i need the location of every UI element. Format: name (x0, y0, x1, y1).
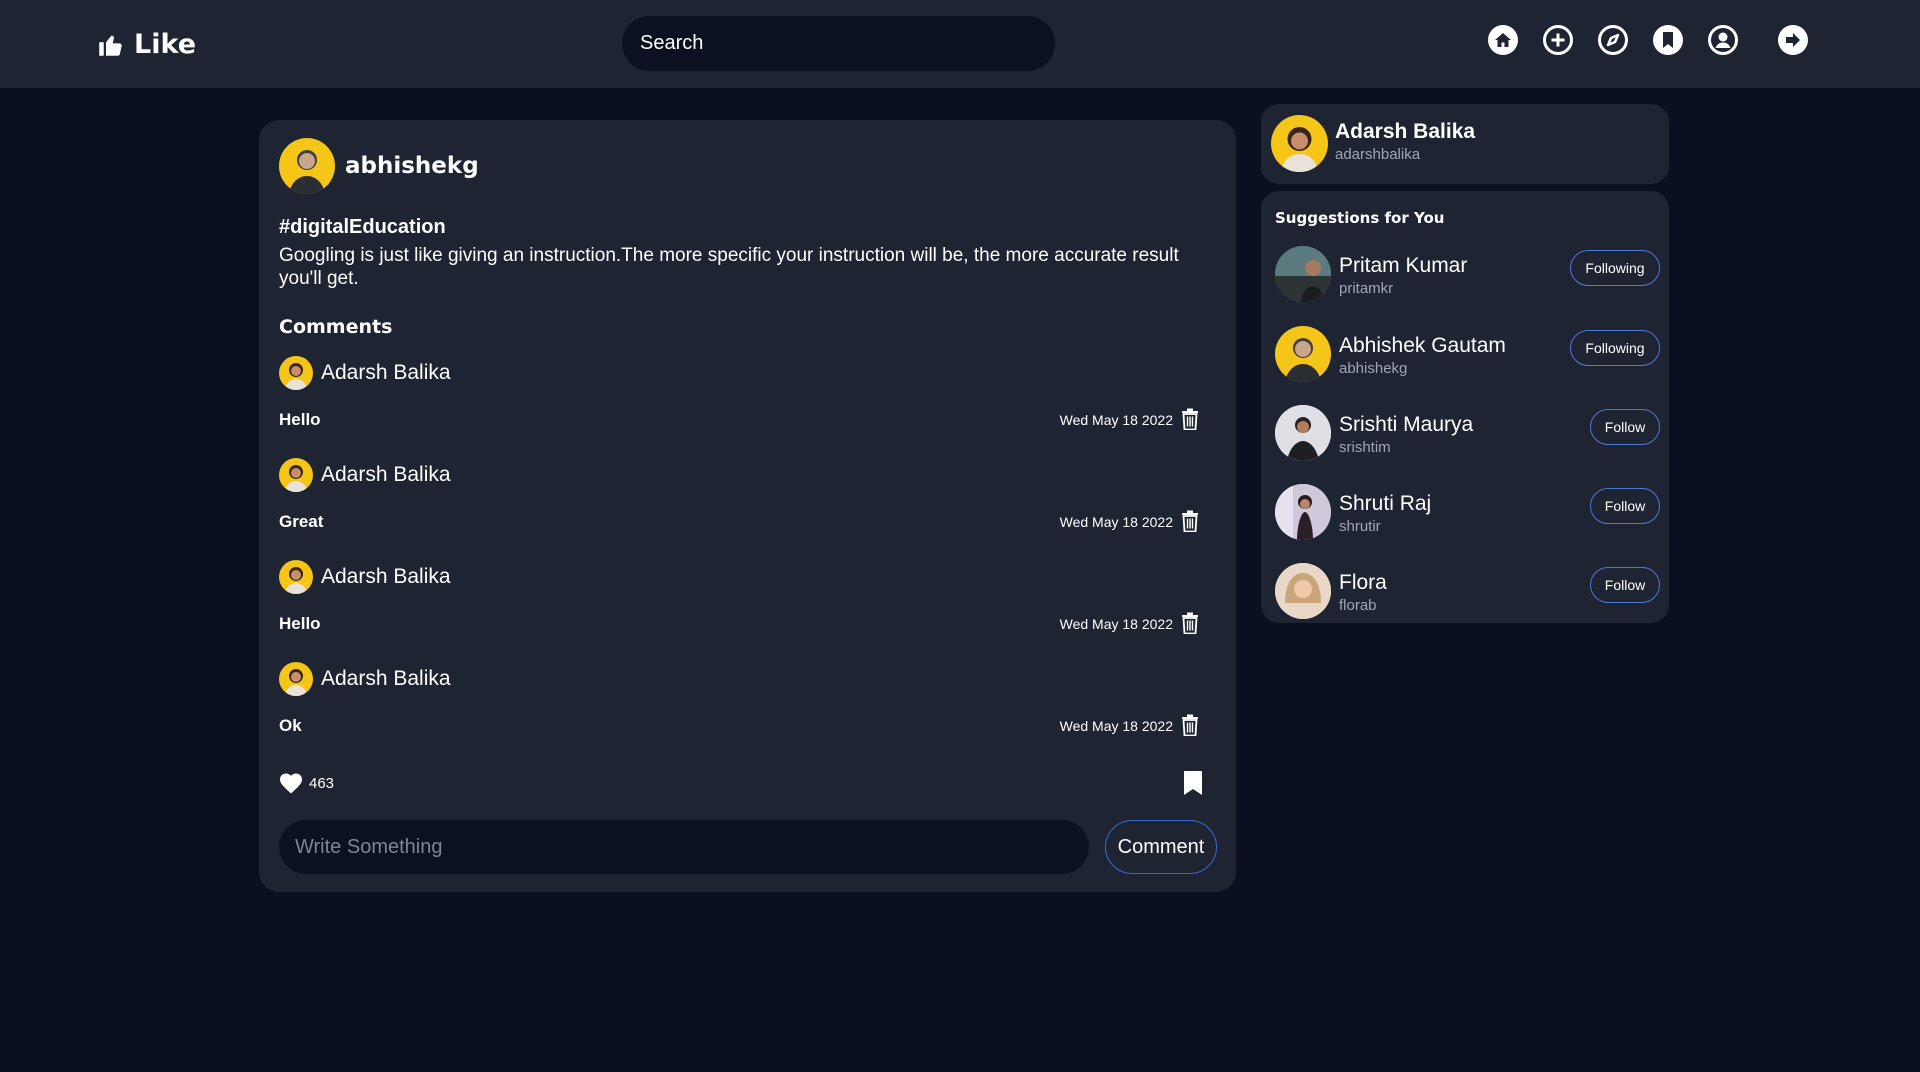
comment-item: Adarsh Balika Ok Wed May 18 2022 (279, 662, 1219, 752)
comments-title: Comments (279, 316, 393, 338)
post-card: abhishekg #digitalEducation Googling is … (259, 120, 1236, 892)
comment-input[interactable] (279, 820, 1089, 874)
comment-username[interactable]: Adarsh Balika (321, 667, 451, 691)
suggestion-item: Flora florab Follow (1275, 563, 1660, 623)
avatar[interactable] (1275, 326, 1331, 382)
comment-date: Wed May 18 2022 (1059, 514, 1173, 530)
suggestion-handle: shrutir (1339, 518, 1381, 535)
comment-text: Ok (279, 716, 302, 735)
suggestion-name[interactable]: Shruti Raj (1339, 492, 1431, 516)
avatar[interactable] (1275, 563, 1331, 619)
trash-icon[interactable] (1181, 612, 1199, 634)
comment-date: Wed May 18 2022 (1059, 616, 1173, 632)
bookmarks-icon[interactable] (1652, 24, 1684, 56)
current-user-card[interactable]: Adarsh Balika adarshbalika (1261, 104, 1669, 184)
profile-icon[interactable] (1707, 24, 1739, 56)
comment-text: Hello (279, 410, 321, 429)
suggestion-item: Pritam Kumar pritamkr Following (1275, 246, 1660, 306)
follow-button[interactable]: Follow (1590, 409, 1660, 445)
following-button[interactable]: Following (1570, 250, 1660, 286)
current-user-name: Adarsh Balika (1335, 120, 1476, 143)
follow-button[interactable]: Follow (1590, 567, 1660, 603)
suggestions-title: Suggestions for You (1275, 209, 1445, 227)
suggestion-name[interactable]: Pritam Kumar (1339, 254, 1467, 278)
comment-text: Hello (279, 614, 321, 633)
avatar[interactable] (1275, 484, 1331, 540)
comment-text: Great (279, 512, 324, 531)
comment-date: Wed May 18 2022 (1059, 718, 1173, 734)
search-label: Search (640, 32, 704, 54)
heart-icon[interactable] (279, 772, 303, 794)
thumbs-up-icon (99, 35, 122, 56)
suggestion-handle: abhishekg (1339, 360, 1408, 377)
comment-username[interactable]: Adarsh Balika (321, 463, 451, 487)
trash-icon[interactable] (1181, 510, 1199, 532)
post-text: Googling is just like giving an instruct… (279, 245, 1179, 289)
avatar (279, 138, 335, 194)
logo-text: Like (134, 28, 197, 60)
avatar[interactable] (1275, 405, 1331, 461)
suggestion-handle: pritamkr (1339, 280, 1394, 297)
trash-icon[interactable] (1181, 408, 1199, 430)
comment-item: Adarsh Balika Hello Wed May 18 2022 (279, 560, 1219, 650)
follow-button[interactable]: Follow (1590, 488, 1660, 524)
logo[interactable]: Like (97, 26, 196, 62)
top-navbar: Like Search (0, 0, 1920, 88)
home-icon[interactable] (1487, 24, 1519, 56)
suggestion-item: Shruti Raj shrutir Follow (1275, 484, 1660, 544)
suggestion-item: Srishti Maurya srishtim Follow (1275, 405, 1660, 465)
add-post-icon[interactable] (1542, 24, 1574, 56)
suggestion-handle: florab (1339, 597, 1377, 614)
suggestion-handle: srishtim (1339, 439, 1391, 456)
following-button[interactable]: Following (1570, 330, 1660, 366)
post-author[interactable]: abhishekg (279, 138, 479, 194)
suggestions-panel: Suggestions for You Pritam Kumar pritamk… (1261, 191, 1669, 623)
avatar[interactable] (1275, 246, 1331, 302)
comment-button[interactable]: Comment (1105, 820, 1217, 874)
logout-icon[interactable] (1777, 24, 1809, 56)
avatar (279, 662, 313, 696)
suggestion-name[interactable]: Srishti Maurya (1339, 413, 1473, 437)
comment-item: Adarsh Balika Hello Wed May 18 2022 (279, 356, 1219, 446)
avatar (279, 560, 313, 594)
suggestion-name[interactable]: Abhishek Gautam (1339, 334, 1506, 358)
like-count: 463 (309, 774, 335, 792)
avatar (279, 458, 313, 492)
post-hashtag[interactable]: #digitalEducation (279, 216, 446, 239)
comment-date: Wed May 18 2022 (1059, 412, 1173, 428)
avatar (1271, 115, 1328, 172)
trash-icon[interactable] (1181, 714, 1199, 736)
explore-icon[interactable] (1597, 24, 1629, 56)
comment-item: Adarsh Balika Great Wed May 18 2022 (279, 458, 1219, 548)
current-user-handle: adarshbalika (1335, 146, 1421, 163)
bookmark-icon[interactable] (1183, 770, 1203, 796)
suggestion-name[interactable]: Flora (1339, 571, 1387, 595)
avatar (279, 356, 313, 390)
like-control: 463 (279, 772, 334, 794)
post-author-name: abhishekg (345, 153, 479, 179)
comment-username[interactable]: Adarsh Balika (321, 361, 451, 385)
search-input[interactable]: Search (622, 16, 1055, 71)
suggestion-item: Abhishek Gautam abhishekg Following (1275, 326, 1660, 386)
comment-username[interactable]: Adarsh Balika (321, 565, 451, 589)
